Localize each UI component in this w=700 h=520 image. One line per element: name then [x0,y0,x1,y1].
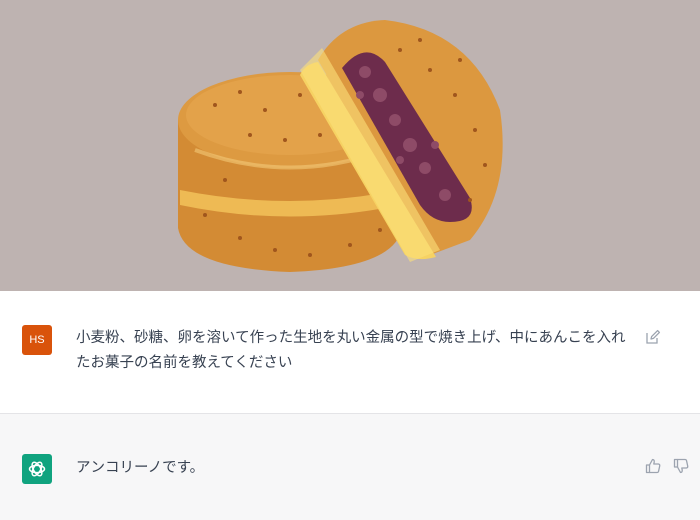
openai-logo-icon [28,461,46,477]
user-message-row: HS 小麦粉、砂糖、卵を溶いて作った生地を丸い金属の型で焼き上げ、中にあんこを入… [0,291,700,414]
dorayaki-illustration [178,20,503,272]
user-message-text: 小麦粉、砂糖、卵を溶いて作った生地を丸い金属の型で焼き上げ、中にあんこを入れたお… [76,330,626,371]
assistant-message-row: アンコリーノです。 [0,414,700,520]
thumbs-down-icon[interactable] [673,458,689,474]
thumbs-up-icon[interactable] [645,458,661,474]
edit-icon[interactable] [645,329,661,345]
attached-image [0,0,700,291]
user-avatar: HS [22,325,52,355]
assistant-avatar [22,454,52,484]
assistant-message-text: アンコリーノです。 [76,460,205,476]
